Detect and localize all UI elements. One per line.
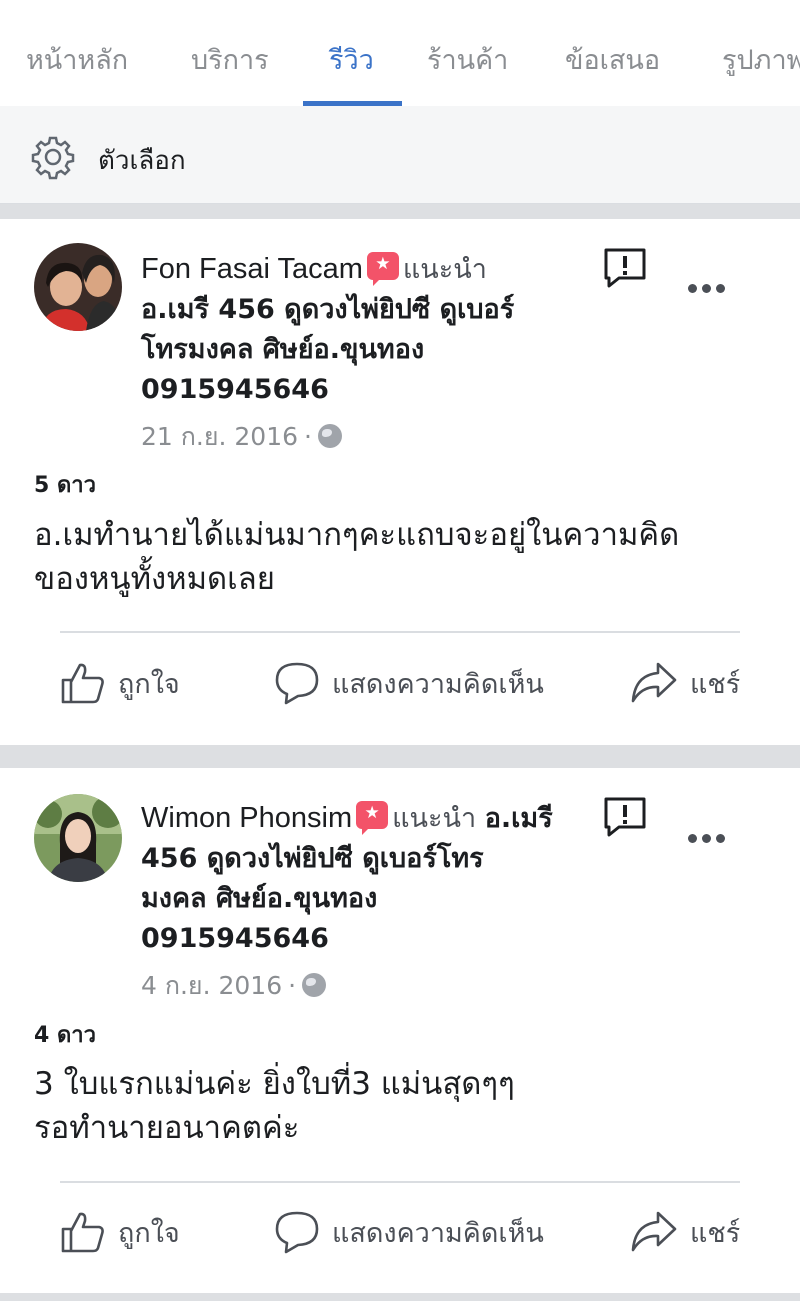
- review-card: Fon Fasai Tacam แนะนำ อ.เมรี 456 ดูดวงไพ่…: [0, 219, 800, 745]
- globe-icon: [317, 424, 342, 448]
- globe-icon: [302, 973, 327, 997]
- page-phone[interactable]: 0915945646: [141, 374, 329, 405]
- share-label: แชร์: [690, 668, 741, 700]
- share-button[interactable]: แชร์: [630, 661, 740, 705]
- recommend-icon: [356, 801, 389, 835]
- options-bar[interactable]: ตัวเลือก: [0, 106, 800, 204]
- author-name[interactable]: Fon Fasai Tacam: [141, 253, 363, 285]
- like-button[interactable]: ถูกใจ: [60, 661, 180, 705]
- page-name-line[interactable]: มงคล ศิษย์อ.ขุนทอง: [141, 883, 377, 914]
- thumbs-up-icon: [61, 663, 104, 704]
- comment-label: แสดงความคิดเห็น: [332, 1217, 544, 1249]
- review-text-line: ของหนูทั้งหมดเลย: [34, 561, 275, 597]
- review-text: อ.เมทำนายได้แม่นมากๆคะแถบจะอยู่ในความคิด…: [34, 513, 774, 601]
- comment-button[interactable]: แสดงความคิดเห็น: [274, 661, 544, 705]
- tab-bar: หน้าหลัก บริการ รีวิว ร้านค้า ข้อเสนอ รู…: [0, 0, 800, 106]
- like-label: ถูกใจ: [118, 668, 180, 700]
- recommends-label: แนะนำ: [392, 803, 477, 834]
- page-name-line[interactable]: โทรมงคล ศิษย์อ.ขุนทอง: [141, 334, 424, 365]
- share-icon: [631, 662, 677, 703]
- review-text-line: รอทำนายอนาคตค่ะ: [34, 1110, 300, 1146]
- review-date[interactable]: 4 ก.ย. 2016: [141, 971, 282, 1000]
- like-label: ถูกใจ: [118, 1217, 180, 1249]
- report-icon[interactable]: [603, 796, 647, 838]
- tab-home[interactable]: หน้าหลัก: [26, 38, 128, 81]
- tab-shop[interactable]: ร้านค้า: [427, 38, 508, 81]
- review-date[interactable]: 21 ก.ย. 2016: [141, 422, 298, 451]
- review-text-line: 3 ใบแรกแม่นค่ะ ยิ่งใบที่3 แม่นสุดๆๆ: [34, 1066, 515, 1102]
- comment-label: แสดงความคิดเห็น: [332, 668, 544, 700]
- page-name-line[interactable]: 456 ดูดวงไพ่ยิปซี ดูเบอร์โทร: [141, 843, 484, 874]
- review-card: Wimon Phonsim แนะนำ อ.เมรี 456 ดูดวงไพ่ยิ…: [0, 768, 800, 1293]
- recommend-icon: [366, 252, 399, 286]
- page-name-line[interactable]: อ.เมรี: [485, 803, 553, 834]
- comment-icon: [275, 662, 319, 705]
- more-options-icon[interactable]: [688, 832, 728, 844]
- thumbs-up-icon: [61, 1212, 104, 1253]
- share-button[interactable]: แชร์: [630, 1210, 740, 1254]
- avatar-photo: [34, 794, 122, 882]
- like-button[interactable]: ถูกใจ: [60, 1210, 180, 1254]
- divider: [60, 1181, 740, 1183]
- tab-reviews[interactable]: รีวิว: [329, 38, 374, 81]
- comment-icon: [275, 1211, 319, 1254]
- author-name[interactable]: Wimon Phonsim: [141, 802, 352, 834]
- recommends-label: แนะนำ: [402, 254, 487, 285]
- star-rating: 5 ดาว: [34, 473, 96, 498]
- report-icon[interactable]: [603, 247, 647, 289]
- share-label: แชร์: [690, 1217, 741, 1249]
- star-rating: 4 ดาว: [34, 1023, 96, 1048]
- divider: [60, 631, 740, 633]
- tab-services[interactable]: บริการ: [191, 38, 269, 81]
- page-name-line[interactable]: อ.เมรี 456 ดูดวงไพ่ยิปซี ดูเบอร์: [141, 294, 514, 325]
- tab-photos[interactable]: รูปภาพ: [722, 38, 800, 81]
- review-header: Fon Fasai Tacam แนะนำ อ.เมรี 456 ดูดวงไพ่…: [141, 249, 581, 410]
- avatar-photo: [34, 243, 122, 331]
- review-meta: 21 ก.ย. 2016 ·: [141, 417, 342, 457]
- review-text: 3 ใบแรกแม่นค่ะ ยิ่งใบที่3 แม่นสุดๆๆ รอทำ…: [34, 1062, 774, 1150]
- page-phone[interactable]: 0915945646: [141, 923, 329, 954]
- options-label: ตัวเลือก: [98, 146, 186, 176]
- gear-icon: [31, 136, 75, 180]
- review-text-line: อ.เมทำนายได้แม่นมากๆคะแถบจะอยู่ในความคิด: [34, 517, 680, 553]
- tab-offers[interactable]: ข้อเสนอ: [565, 38, 660, 81]
- share-icon: [631, 1211, 677, 1252]
- avatar[interactable]: [34, 243, 122, 331]
- review-meta: 4 ก.ย. 2016 ·: [141, 966, 327, 1006]
- review-header: Wimon Phonsim แนะนำ อ.เมรี 456 ดูดวงไพ่ยิ…: [141, 798, 581, 959]
- more-options-icon[interactable]: [688, 282, 728, 294]
- comment-button[interactable]: แสดงความคิดเห็น: [274, 1210, 544, 1254]
- avatar[interactable]: [34, 794, 122, 882]
